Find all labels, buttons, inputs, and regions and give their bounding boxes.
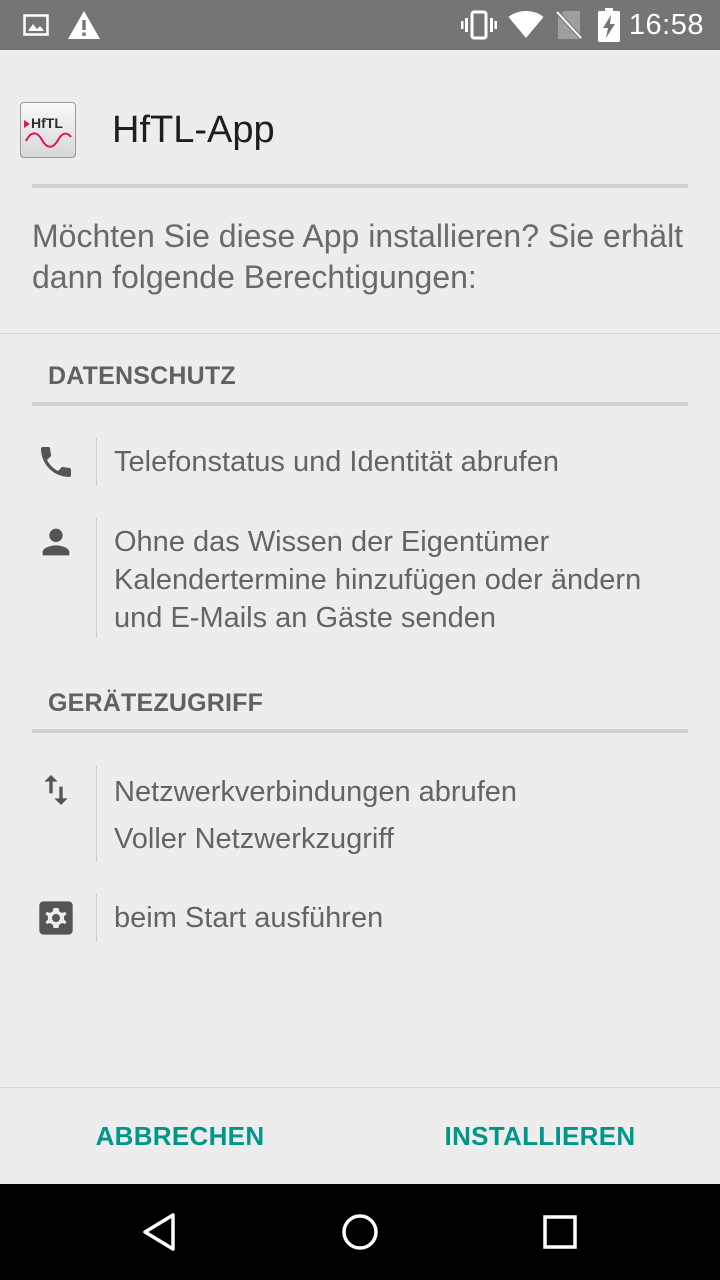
section-divider-device-access	[32, 729, 688, 733]
permission-divider	[96, 766, 97, 862]
permission-line: und E-Mails an Gäste senden	[114, 602, 497, 634]
permission-phone-state: Telefonstatus und Identität abrufen	[114, 443, 714, 481]
navigation-bar	[0, 1184, 720, 1280]
app-icon: HfTL	[20, 102, 76, 158]
settings-gear-icon	[32, 894, 80, 942]
permission-line: Voller Netzwerkzugriff	[114, 823, 394, 855]
section-title-privacy: DATENSCHUTZ	[48, 362, 236, 390]
permission-network: Netzwerkverbindungen abrufen Voller Netz…	[114, 769, 714, 863]
permission-calendar: Ohne das Wissen der Eigentümer Kalendert…	[114, 523, 714, 637]
install-question: Möchten Sie diese App installieren? Sie …	[32, 218, 684, 295]
clock-time: 16:58	[628, 9, 704, 41]
app-icon-text: HfTL	[31, 115, 63, 131]
permission-line: Kalendertermine hinzufügen oder ändern	[114, 564, 642, 596]
permission-line: Ohne das Wissen der Eigentümer	[114, 526, 550, 558]
section-title-device-access: GERÄTEZUGRIFF	[48, 689, 264, 717]
network-arrows-icon	[32, 766, 80, 814]
no-sim-icon	[554, 0, 584, 50]
permission-line: beim Start ausführen	[114, 902, 384, 934]
cancel-button[interactable]: ABBRECHEN	[0, 1088, 360, 1185]
app-title: HfTL-App	[112, 109, 275, 151]
image-notification-icon	[22, 0, 50, 50]
status-bar: 16:58	[0, 0, 720, 50]
button-bar: ABBRECHEN INSTALLIEREN	[0, 1087, 720, 1185]
permission-line: Netzwerkverbindungen abrufen	[114, 776, 518, 808]
warning-icon	[66, 0, 102, 50]
recents-icon[interactable]	[536, 1208, 584, 1256]
section-divider-privacy	[32, 402, 688, 406]
person-icon	[32, 518, 80, 566]
permission-divider	[96, 438, 97, 486]
install-button[interactable]: INSTALLIEREN	[360, 1088, 720, 1185]
app-header: HfTL HfTL-App	[0, 50, 720, 184]
phone-icon	[32, 438, 80, 486]
permission-divider	[96, 518, 97, 638]
vibrate-icon	[460, 0, 498, 50]
question-divider	[0, 333, 720, 334]
permission-divider	[96, 894, 97, 942]
back-icon[interactable]	[136, 1208, 184, 1256]
permission-line: Telefonstatus und Identität abrufen	[114, 446, 559, 478]
wifi-icon	[508, 0, 544, 50]
battery-charging-icon	[596, 0, 622, 50]
header-divider	[32, 184, 688, 188]
permission-startup: beim Start ausführen	[114, 899, 714, 937]
home-icon[interactable]	[336, 1208, 384, 1256]
